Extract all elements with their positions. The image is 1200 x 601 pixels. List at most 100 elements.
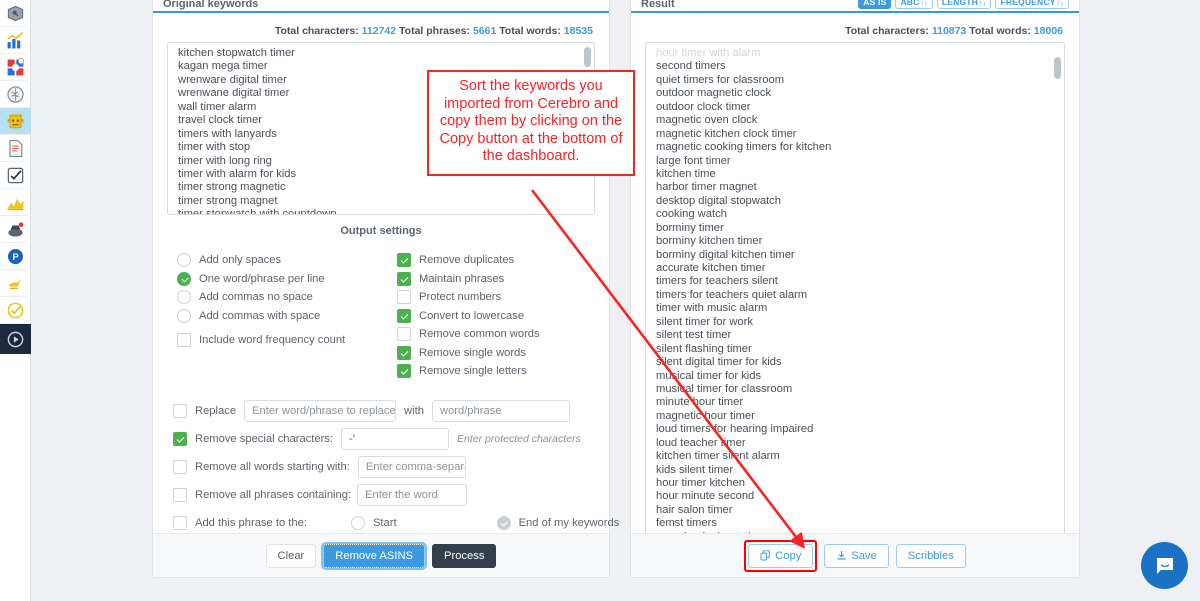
radio-indicator[interactable] bbox=[177, 253, 191, 268]
sort-button-abc[interactable]: ABC↑↓ bbox=[895, 0, 933, 9]
output-filters-checkbox-group: Remove duplicates Maintain phrases Protect… bbox=[397, 251, 607, 381]
sidebar-item-alerts[interactable] bbox=[0, 216, 31, 243]
clear-button[interactable]: Clear bbox=[265, 543, 317, 568]
checkbox-option-0[interactable]: Remove duplicates bbox=[397, 251, 607, 270]
keyword-row: borminy digital kitchen timer bbox=[656, 248, 795, 261]
keyword-row: silent test timer bbox=[656, 329, 732, 342]
radio-option-1[interactable]: One word/phrase per line bbox=[177, 270, 397, 289]
checkbox-indicator[interactable] bbox=[397, 308, 411, 323]
sidebar-item-xray[interactable] bbox=[0, 270, 31, 297]
keyword-row: magnetic cooking timers for kitchen bbox=[656, 141, 832, 154]
keyword-row: borminy timer bbox=[656, 221, 724, 234]
checkbox-indicator[interactable] bbox=[397, 271, 411, 286]
left-total-phrases-label: Total phrases: bbox=[399, 25, 471, 37]
save-button[interactable]: Save bbox=[824, 543, 889, 568]
include-word-frequency-checkbox[interactable] bbox=[177, 333, 191, 348]
keyword-row: loud timers for hearing impaired bbox=[656, 423, 814, 436]
checkbox-indicator[interactable] bbox=[397, 345, 411, 360]
keyword-row: magnetic hour timer bbox=[656, 409, 755, 422]
keyword-row: outdoor clock timer bbox=[656, 100, 751, 113]
replace-checkbox[interactable] bbox=[173, 404, 187, 418]
sidebar-item-academy[interactable] bbox=[0, 324, 31, 354]
copy-button-highlight: Copy bbox=[744, 539, 818, 572]
replace-with-label: with bbox=[404, 405, 424, 417]
radio-indicator[interactable] bbox=[177, 308, 191, 323]
checkbox-indicator[interactable] bbox=[397, 327, 411, 342]
sidebar-item-trendster[interactable] bbox=[0, 27, 31, 54]
sidebar-item-product-research[interactable] bbox=[0, 0, 31, 27]
checklist-icon bbox=[7, 167, 24, 183]
sidebar-item-index-checker[interactable] bbox=[0, 162, 31, 189]
result-keywords-scrollbar[interactable] bbox=[1053, 45, 1062, 544]
radio-option-0[interactable]: Add only spaces bbox=[177, 251, 397, 270]
keyword-row: musical timer for kids bbox=[656, 369, 762, 382]
keyword-row: outdoor magnetic clock bbox=[656, 87, 772, 100]
radio-option-2[interactable]: Add commas no space bbox=[177, 288, 397, 307]
sidebar-item-cerebro[interactable] bbox=[0, 81, 31, 108]
add-phrase-label: Add this phrase to the: bbox=[195, 517, 307, 529]
keyword-row: hour minute second bbox=[656, 490, 755, 503]
keyword-row: musical timer for classroom bbox=[656, 382, 793, 395]
remove-words-starting-with-checkbox[interactable] bbox=[173, 460, 187, 474]
scribbles-button[interactable]: Scribbles bbox=[895, 543, 966, 568]
starting-with-input[interactable]: Enter comma-separated bbox=[357, 456, 466, 478]
keyword-row: timer strong magnet bbox=[178, 194, 278, 207]
checkbox-label: Remove single letters bbox=[419, 365, 527, 378]
output-settings-title: Output settings bbox=[340, 225, 422, 237]
replace-label: Replace bbox=[195, 405, 237, 417]
containing-input[interactable]: Enter the word bbox=[357, 484, 468, 506]
result-panel: Result AS IS ABC↑↓ LENGTH↑↓ FREQUENCY↑↓ Tot… bbox=[630, 0, 1080, 578]
sort-button-frequency[interactable]: FREQUENCY↑↓ bbox=[995, 0, 1069, 9]
sidebar-item-extension[interactable] bbox=[0, 54, 31, 81]
keyword-row: kitchen timer silent alarm bbox=[656, 450, 780, 463]
sidebar-item-keyword-tracker[interactable] bbox=[0, 189, 31, 216]
sort-button-as-is[interactable]: AS IS bbox=[858, 0, 892, 9]
result-keywords-list: hour timer with alarm second timers quiet … bbox=[646, 43, 1064, 546]
keyword-row: loud teacher timer bbox=[656, 436, 746, 449]
checkbox-indicator[interactable] bbox=[397, 364, 411, 379]
chat-widget-button[interactable] bbox=[1141, 542, 1188, 589]
checkbox-option-4[interactable]: Remove common words bbox=[397, 325, 607, 344]
remove-special-characters-checkbox[interactable] bbox=[173, 432, 187, 446]
keyword-row: borminy kitchen timer bbox=[656, 235, 763, 248]
radio-indicator[interactable] bbox=[177, 290, 191, 305]
radio-label: Add commas no space bbox=[199, 291, 313, 304]
replace-from-input[interactable]: Enter word/phrase to replace bbox=[244, 400, 397, 422]
replace-to-input[interactable]: word/phrase bbox=[431, 400, 570, 422]
process-button[interactable]: Process bbox=[432, 543, 497, 568]
add-phrase-checkbox[interactable] bbox=[173, 516, 187, 530]
copy-button-label: Copy bbox=[775, 549, 802, 562]
left-totals: Total characters: 112742 Total phrases: … bbox=[153, 13, 609, 42]
scribbles-button-label: Scribbles bbox=[907, 549, 954, 562]
radio-option-3[interactable]: Add commas with space bbox=[177, 307, 397, 326]
result-keywords-textarea[interactable]: hour timer with alarm second timers quiet … bbox=[645, 42, 1065, 547]
sidebar-item-listing-builder[interactable] bbox=[0, 135, 31, 162]
keyword-row: minute hour timer bbox=[656, 396, 744, 409]
download-icon bbox=[837, 551, 846, 560]
add-phrase-start-radio[interactable] bbox=[350, 516, 365, 530]
sidebar-item-review-automation[interactable] bbox=[0, 297, 31, 324]
scrollbar-thumb[interactable] bbox=[584, 47, 591, 67]
add-phrase-end-radio[interactable] bbox=[496, 516, 511, 530]
protected-characters-input[interactable]: -' bbox=[341, 428, 450, 450]
scrollbar-thumb[interactable] bbox=[1054, 57, 1061, 79]
checkbox-option-3[interactable]: Convert to lowercase bbox=[397, 307, 607, 326]
checkbox-option-5[interactable]: Remove single words bbox=[397, 344, 607, 363]
include-word-frequency-option[interactable]: Include word frequency count bbox=[177, 331, 397, 350]
copy-button[interactable]: Copy bbox=[748, 543, 814, 568]
radio-indicator[interactable] bbox=[177, 271, 191, 286]
sidebar-item-frankenstein[interactable] bbox=[0, 108, 31, 135]
remove-asins-button[interactable]: Remove ASINS bbox=[321, 541, 428, 570]
checkbox-option-1[interactable]: Maintain phrases bbox=[397, 270, 607, 289]
keyword-row: large font timer bbox=[656, 154, 731, 167]
checkbox-option-6[interactable]: Remove single letters bbox=[397, 362, 607, 381]
checkbox-indicator[interactable] bbox=[397, 253, 411, 268]
sidebar-item-profits[interactable]: P bbox=[0, 243, 31, 270]
app-root: P Original keywords Total characters: 11… bbox=[0, 0, 1200, 601]
right-panel-footer: Copy Save Scribbles bbox=[631, 533, 1079, 577]
sort-button-length[interactable]: LENGTH↑↓ bbox=[936, 0, 992, 9]
checkbox-indicator[interactable] bbox=[397, 290, 411, 305]
save-button-label: Save bbox=[851, 549, 877, 562]
remove-phrases-containing-checkbox[interactable] bbox=[173, 488, 187, 502]
checkbox-option-2[interactable]: Protect numbers bbox=[397, 288, 607, 307]
